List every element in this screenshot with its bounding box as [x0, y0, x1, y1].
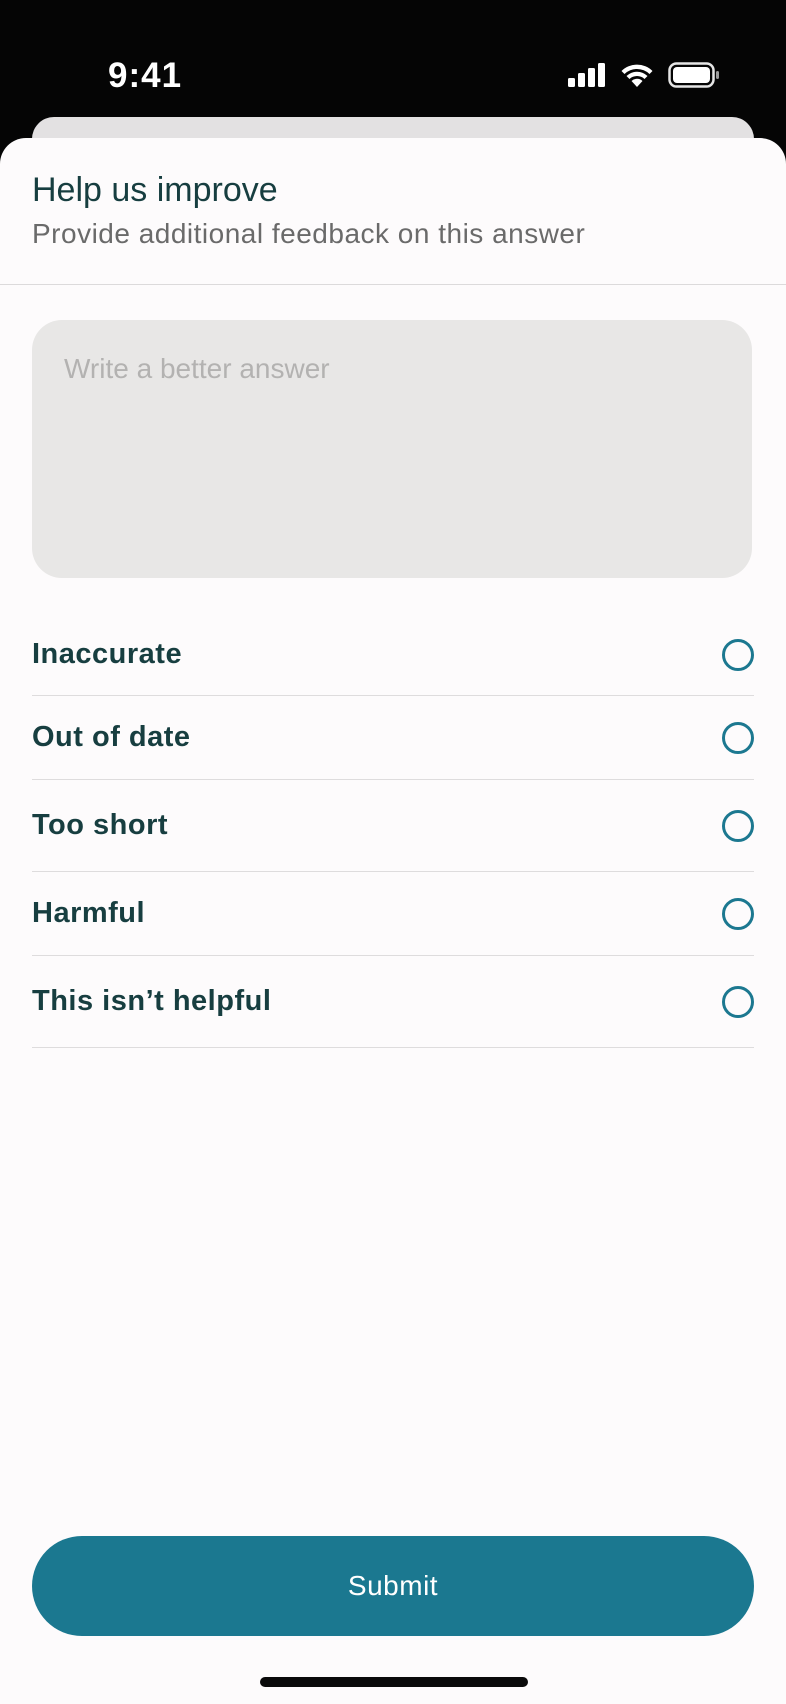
- sheet-subtitle: Provide additional feedback on this answ…: [32, 218, 586, 249]
- status-icons: [568, 62, 720, 88]
- feedback-screen: 9:41 Help us improve Provide additional …: [0, 0, 786, 1704]
- home-indicator: [260, 1677, 528, 1687]
- option-label: Harmful: [32, 897, 146, 929]
- option-harmful[interactable]: Harmful: [32, 872, 754, 956]
- feedback-sheet: Help us improve Provide additional feedb…: [0, 138, 786, 1704]
- option-label: This isn’t helpful: [32, 985, 272, 1017]
- radio-button[interactable]: [722, 638, 754, 671]
- option-label: Inaccurate: [32, 638, 183, 670]
- sheet-header: Help us improve Provide additional feedb…: [0, 138, 786, 285]
- option-too-short[interactable]: Too short: [32, 780, 754, 872]
- submit-button[interactable]: Submit: [32, 1536, 754, 1636]
- radio-button[interactable]: [722, 985, 754, 1018]
- feedback-options: Inaccurate Out of date Too short Harmful…: [32, 614, 754, 1048]
- radio-button[interactable]: [722, 809, 754, 842]
- option-out-of-date[interactable]: Out of date: [32, 696, 754, 780]
- option-not-helpful[interactable]: This isn’t helpful: [32, 956, 754, 1048]
- option-inaccurate[interactable]: Inaccurate: [32, 614, 754, 696]
- radio-button[interactable]: [722, 721, 754, 754]
- better-answer-field: [32, 320, 752, 578]
- cellular-signal-icon: [568, 63, 606, 87]
- wifi-icon: [620, 63, 654, 87]
- status-time: 9:41: [108, 56, 183, 95]
- battery-icon: [668, 62, 720, 88]
- option-label: Too short: [32, 809, 169, 841]
- option-label: Out of date: [32, 721, 191, 753]
- status-bar: 9:41: [0, 0, 786, 118]
- sheet-title: Help us improve: [32, 171, 278, 209]
- radio-button[interactable]: [722, 897, 754, 930]
- better-answer-input[interactable]: [64, 353, 720, 545]
